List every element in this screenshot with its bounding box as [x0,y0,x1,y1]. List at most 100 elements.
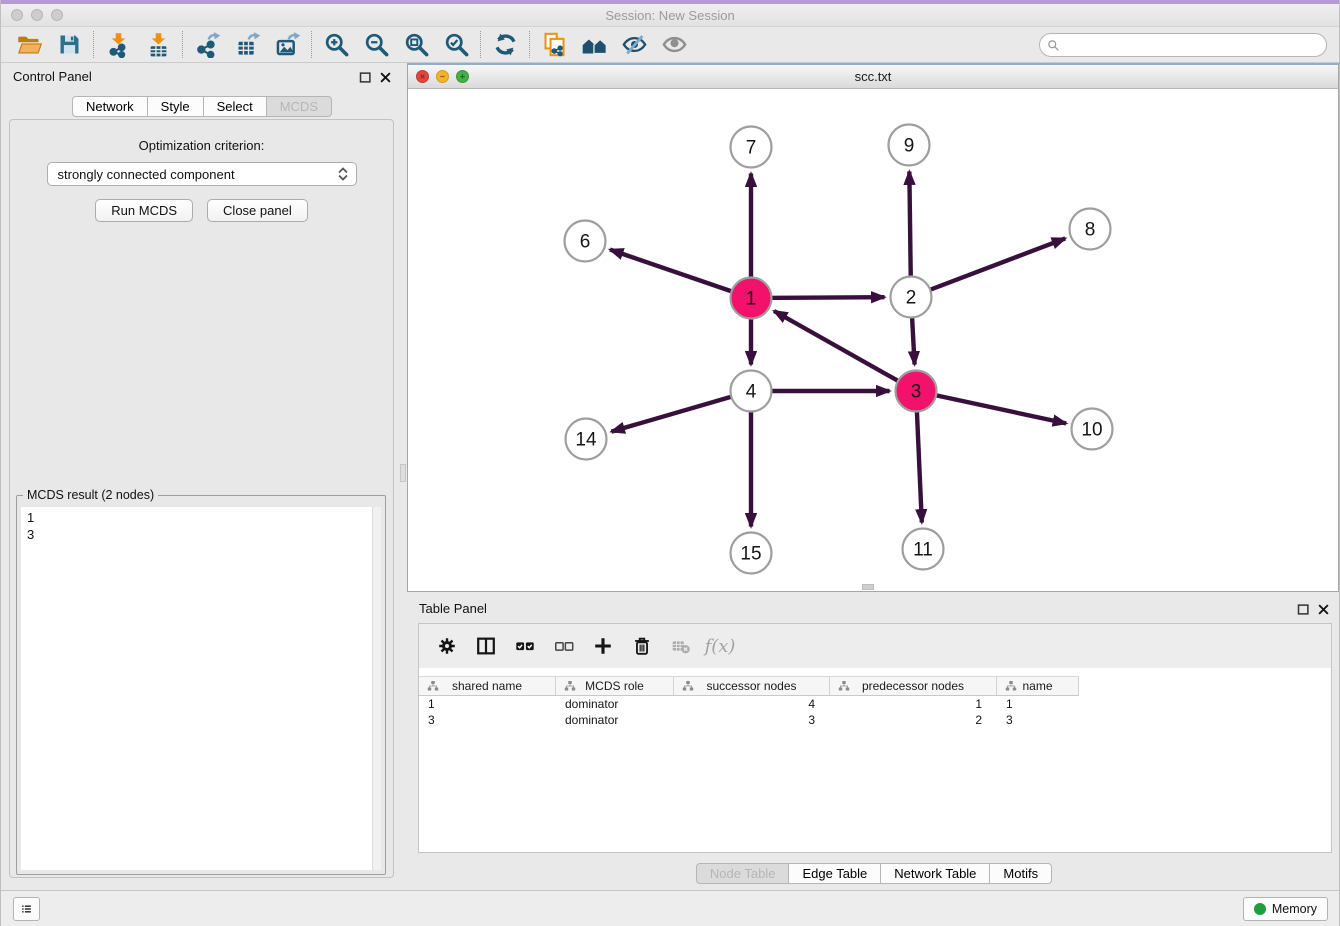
graph-edge-1-6[interactable] [610,250,751,298]
settings-icon [436,635,458,657]
cell-shared-name[interactable]: 1 [419,697,556,711]
tab-network[interactable]: Network [72,96,148,117]
delete-button[interactable] [628,632,656,660]
svg-text:8: 8 [1085,220,1096,241]
delete-table-button[interactable] [667,632,695,660]
float-table-panel-icon[interactable] [1296,602,1311,617]
export-image-button[interactable] [267,29,307,61]
open-button[interactable] [9,29,49,61]
hide-graphics-button[interactable] [614,29,654,61]
cell-predecessor-nodes[interactable]: 1 [830,697,997,711]
cell-successor-nodes[interactable]: 4 [674,697,830,711]
close-table-panel-icon[interactable] [1316,602,1331,617]
tab-mcds[interactable]: MCDS [266,96,332,117]
optimization-criterion-select[interactable]: strongly connected component [47,162,357,186]
refresh-icon [492,31,519,58]
table-row[interactable]: 3dominator323 [419,712,1331,728]
graph-node-3[interactable]: 3 [896,371,937,412]
graph-edge-3-1[interactable] [774,311,916,391]
column-header-name[interactable]: name [997,677,1079,695]
graph-node-7[interactable]: 7 [731,127,772,168]
window-title: Session: New Session [1,8,1339,23]
combo-arrows-icon [335,166,351,182]
settings-button[interactable] [433,632,461,660]
toolbar-separator [93,31,94,58]
network-window-titlebar[interactable]: scc.txt [408,65,1338,89]
graph-edge-4-14[interactable] [611,391,751,432]
float-panel-icon[interactable] [358,70,373,85]
show-graphics-icon [661,31,688,58]
graph-node-11[interactable]: 11 [903,529,944,570]
graph-node-8[interactable]: 8 [1070,209,1111,250]
show-graphics-button[interactable] [654,29,694,61]
column-header-shared-name[interactable]: shared name [419,677,556,695]
table-row[interactable]: 1dominator411 [419,696,1331,712]
run-mcds-button[interactable]: Run MCDS [95,199,193,222]
close-panel-icon[interactable] [378,70,393,85]
graph-node-15[interactable]: 15 [731,533,772,574]
cell-successor-nodes[interactable]: 3 [674,713,830,727]
function-button[interactable]: f(x) [706,632,734,660]
cell-predecessor-nodes[interactable]: 2 [830,713,997,727]
cell-shared-name[interactable]: 3 [419,713,556,727]
column-type-icon [1005,680,1017,692]
columns-button[interactable] [472,632,500,660]
function-icon: f(x) [705,636,736,657]
window-resize-grip[interactable] [862,584,874,590]
table-tab-node-table[interactable]: Node Table [696,863,790,884]
zoom-in-button[interactable] [316,29,356,61]
graph-node-14[interactable]: 14 [566,419,607,460]
cell-name[interactable]: 3 [997,713,1079,727]
table-panel-title: Table Panel [419,601,487,616]
task-history-button[interactable] [13,897,40,921]
column-header-MCDS-role[interactable]: MCDS role [556,677,674,695]
zoom-out-button[interactable] [356,29,396,61]
copy-view-button[interactable] [534,29,574,61]
table-header-row: shared nameMCDS rolesuccessor nodesprede… [419,676,1079,696]
close-panel-button[interactable]: Close panel [207,199,308,222]
search-box[interactable] [1039,33,1327,57]
cell-MCDS-role[interactable]: dominator [556,697,674,711]
zoom-selected-button[interactable] [436,29,476,61]
svg-text:15: 15 [740,544,761,565]
graph-edge-2-8[interactable] [911,238,1065,297]
export-table-button[interactable] [227,29,267,61]
svg-text:9: 9 [904,136,915,157]
import-network-button[interactable] [98,29,138,61]
graph-node-2[interactable]: 2 [891,277,932,318]
add-button[interactable] [589,632,617,660]
graph-node-10[interactable]: 10 [1072,409,1113,450]
svg-text:2: 2 [906,288,917,309]
refresh-button[interactable] [485,29,525,61]
select-all-button[interactable] [511,632,539,660]
vertical-splitter-grip[interactable] [400,464,406,482]
table-tab-motifs[interactable]: Motifs [989,863,1052,884]
network-canvas[interactable]: 7 9 6 8 1 2 4 3 14 10 15 11 [408,89,1338,591]
graph-node-9[interactable]: 9 [889,125,930,166]
cell-MCDS-role[interactable]: dominator [556,713,674,727]
deselect-all-button[interactable] [550,632,578,660]
export-network-button[interactable] [187,29,227,61]
zoom-fit-button[interactable] [396,29,436,61]
graph-edge-3-10[interactable] [916,391,1066,423]
table-tab-edge-table[interactable]: Edge Table [788,863,881,884]
cell-name[interactable]: 1 [997,697,1079,711]
column-header-predecessor-nodes[interactable]: predecessor nodes [830,677,997,695]
result-scrollbar[interactable] [372,507,381,870]
table-tab-network-table[interactable]: Network Table [880,863,990,884]
table-toolbar: f(x) [419,624,1331,668]
memory-button[interactable]: Memory [1243,897,1328,921]
column-header-successor-nodes[interactable]: successor nodes [674,677,830,695]
graph-node-6[interactable]: 6 [565,221,606,262]
optimization-criterion-label: Optimization criterion: [10,138,393,153]
home-button[interactable] [574,29,614,61]
graph-node-4[interactable]: 4 [731,371,772,412]
tab-select[interactable]: Select [203,96,267,117]
import-table-button[interactable] [138,29,178,61]
save-button[interactable] [49,29,89,61]
tab-style[interactable]: Style [147,96,204,117]
column-header-label: name [1022,679,1052,693]
graph-node-1[interactable]: 1 [731,278,772,319]
search-input[interactable] [1061,35,1326,55]
mcds-result-text[interactable]: 13 [21,507,381,870]
